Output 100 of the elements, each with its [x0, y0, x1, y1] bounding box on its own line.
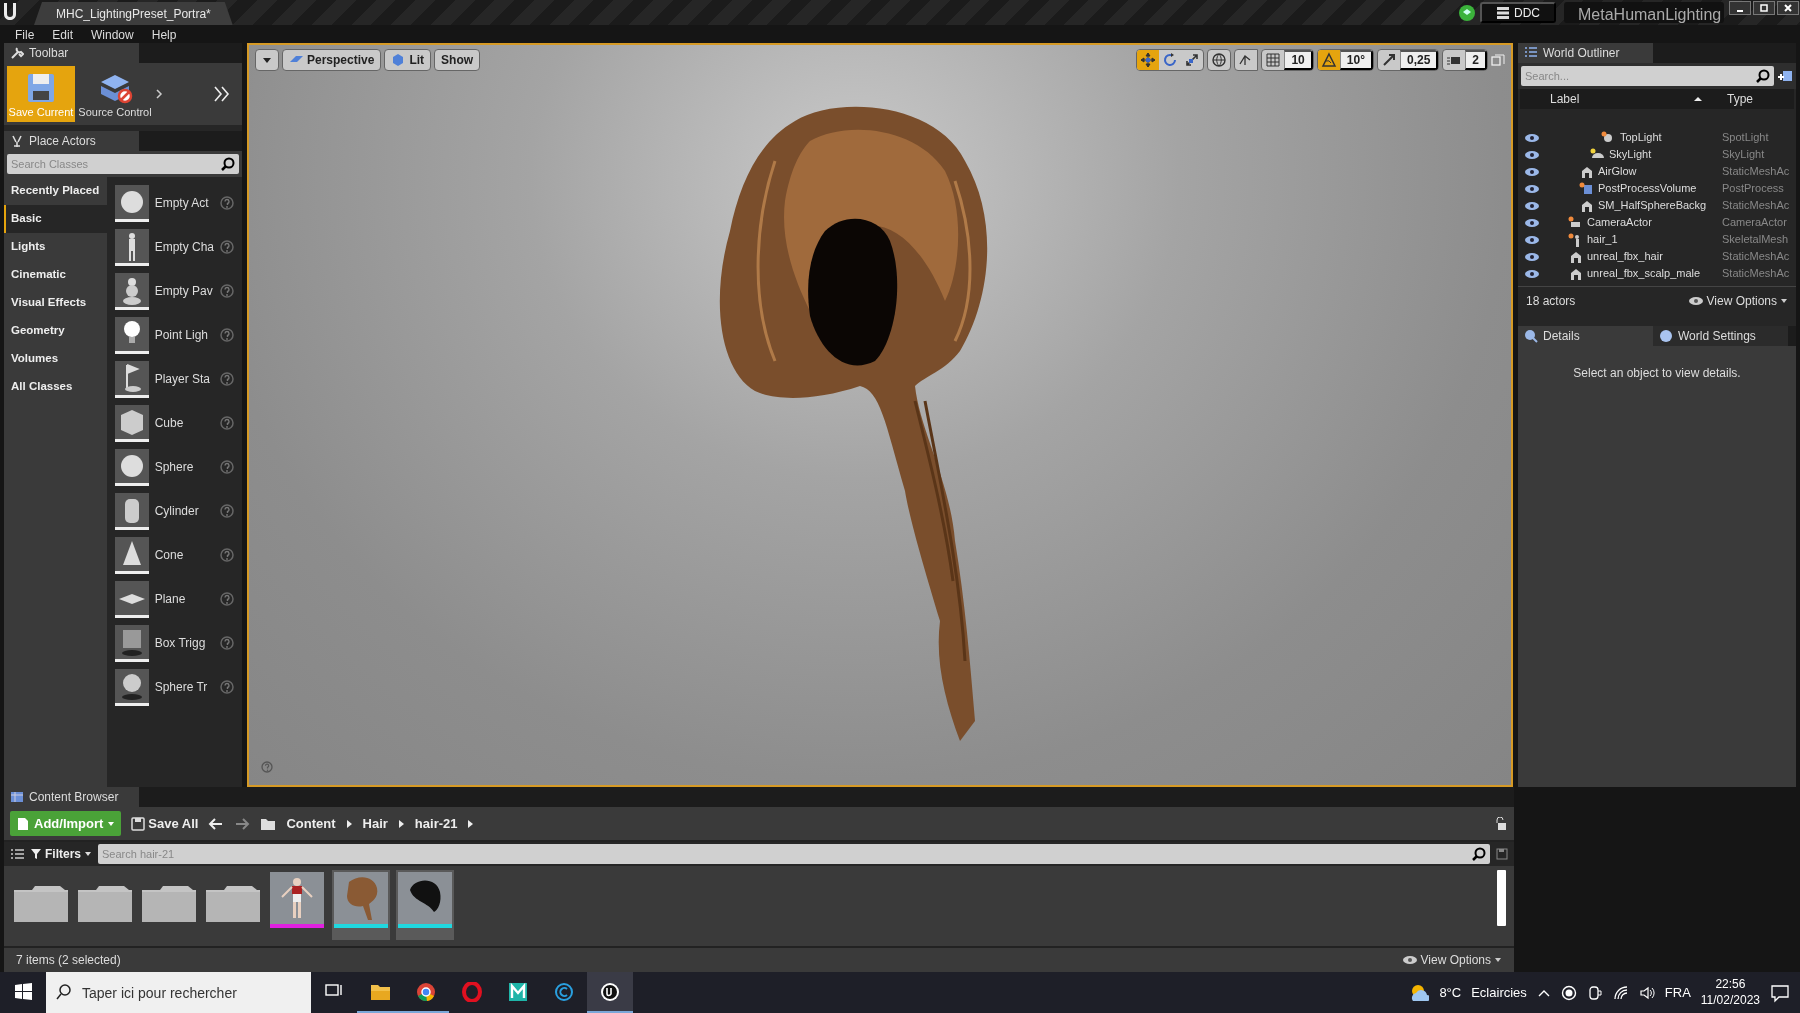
panel-tab[interactable]: Details	[1518, 326, 1653, 346]
actor-label[interactable]: AirGlow	[1598, 163, 1637, 180]
actor-name[interactable]: Point Ligh	[154, 326, 214, 344]
help-icon[interactable]	[220, 416, 234, 430]
folder-icon[interactable]	[206, 884, 260, 924]
visibility-eye-icon[interactable]	[1524, 148, 1540, 161]
panel-tab[interactable]: World Settings	[1653, 326, 1788, 346]
actor-name[interactable]: Cone	[154, 546, 214, 564]
actor-label[interactable]: SM_HalfSphereBackg	[1598, 197, 1707, 214]
category-item[interactable]: All Classes	[4, 373, 107, 401]
actor-thumbnail[interactable]	[114, 272, 149, 310]
snap-value-button[interactable]: 10	[1284, 50, 1313, 70]
network-icon[interactable]	[1612, 984, 1629, 1001]
sort-icon[interactable]	[1693, 95, 1703, 103]
actor-name[interactable]: Box Trigg	[154, 634, 214, 652]
actor-thumbnail[interactable]	[114, 536, 149, 574]
breadcrumb-link[interactable]: Content	[286, 813, 336, 834]
search-field[interactable]: Search Classes	[7, 154, 239, 174]
taskbar-search-field[interactable]: Taper ici pour rechercher	[46, 972, 311, 1013]
actor-thumbnail[interactable]	[114, 360, 149, 398]
scrollbar[interactable]	[1497, 870, 1506, 926]
visibility-eye-icon[interactable]	[1524, 216, 1540, 229]
actor-label[interactable]: CameraActor	[1587, 214, 1652, 231]
actor-thumbnail[interactable]	[114, 316, 149, 354]
actor-label[interactable]: unreal_fbx_scalp_male	[1587, 265, 1701, 282]
visibility-eye-icon[interactable]	[1524, 250, 1540, 263]
help-icon[interactable]	[220, 504, 234, 518]
actor-thumbnail[interactable]	[114, 580, 149, 618]
actor-label[interactable]: PostProcessVolume	[1598, 180, 1697, 197]
folder-icon[interactable]	[142, 884, 196, 924]
chevron-icon[interactable]	[345, 818, 353, 829]
menu-item[interactable]: Edit	[43, 25, 83, 43]
category-item[interactable]: Volumes	[4, 345, 107, 373]
save-search-icon[interactable]	[1496, 848, 1508, 860]
actor-label[interactable]: TopLight	[1620, 129, 1662, 146]
actor-name[interactable]: Empty Cha	[154, 238, 214, 256]
record-icon[interactable]	[1560, 984, 1577, 1001]
snap-value-button[interactable]: 0,25	[1399, 50, 1439, 70]
panel-tab[interactable]: Content Browser	[4, 787, 139, 807]
category-item[interactable]: Geometry	[4, 317, 107, 345]
chevron-icon[interactable]	[467, 818, 475, 829]
actor-name[interactable]: Cylinder	[154, 502, 214, 520]
category-item[interactable]: Basic	[4, 205, 107, 233]
actor-label[interactable]: SkyLight	[1609, 146, 1652, 163]
actor-name[interactable]: Player Sta	[154, 370, 214, 388]
forward-arrow-icon[interactable]	[234, 815, 251, 832]
notification-icon[interactable]	[1770, 982, 1790, 1003]
maximize-button[interactable]	[1753, 1, 1775, 15]
show-menu-button[interactable]: Show	[434, 49, 481, 71]
snap-value-button[interactable]: 10°	[1339, 50, 1373, 70]
actor-thumbnail[interactable]	[114, 668, 149, 706]
category-item[interactable]: Cinematic	[4, 261, 107, 289]
ddc-button[interactable]: DDC	[1480, 2, 1556, 23]
visibility-eye-icon[interactable]	[1524, 182, 1540, 195]
status-icon[interactable]	[1458, 3, 1476, 22]
scalp-thumbnail[interactable]	[398, 872, 452, 928]
help-icon[interactable]	[220, 636, 234, 650]
help-icon[interactable]	[220, 284, 234, 298]
close-button[interactable]	[1777, 1, 1799, 15]
actor-name[interactable]: Sphere Tr	[154, 678, 214, 696]
panel-tab[interactable]: World Outliner	[1518, 43, 1653, 63]
actor-thumbnail[interactable]	[114, 184, 149, 222]
taskbar-app-button[interactable]	[587, 972, 633, 1013]
filters-button[interactable]: Filters	[30, 845, 92, 863]
language-indicator[interactable]: FRA	[1664, 982, 1691, 1003]
clock-time[interactable]: 22:56	[1715, 976, 1746, 993]
category-item[interactable]: Lights	[4, 233, 107, 261]
view-mode-button[interactable]: Perspective	[282, 49, 382, 71]
column-header[interactable]: Label	[1550, 90, 1693, 108]
visibility-eye-icon[interactable]	[1524, 233, 1540, 246]
back-arrow-icon[interactable]	[208, 815, 225, 832]
actor-thumbnail[interactable]	[114, 404, 149, 442]
panel-tab[interactable]: Place Actors	[4, 131, 139, 151]
save-all-button[interactable]: Save All	[131, 813, 199, 834]
lighting-mode-button[interactable]: Lit	[384, 49, 432, 71]
breadcrumb-link[interactable]: hair-21	[414, 813, 458, 834]
breadcrumb-link[interactable]: Hair	[362, 813, 388, 834]
actor-thumbnail[interactable]	[114, 492, 149, 530]
menu-item[interactable]: Help	[142, 25, 186, 43]
weather-icon[interactable]	[1409, 982, 1430, 1003]
menu-item[interactable]: File	[6, 25, 44, 43]
clock-date[interactable]: 11/02/2023	[1700, 992, 1760, 1009]
view-options-button[interactable]: View Options	[1401, 951, 1502, 969]
actor-thumbnail[interactable]	[114, 228, 149, 266]
hair-thumbnail[interactable]	[334, 872, 388, 928]
actor-label[interactable]: hair_1	[1587, 231, 1618, 248]
minimize-button[interactable]	[1729, 1, 1751, 15]
search-field[interactable]: Search...	[1521, 66, 1774, 86]
search-field[interactable]: Search hair-21	[98, 844, 1490, 864]
close-icon[interactable]	[1783, 3, 1793, 13]
speaker-icon[interactable]	[1638, 984, 1655, 1001]
weather-condition[interactable]: Eclaircies	[1471, 982, 1527, 1003]
help-icon[interactable]	[220, 460, 234, 474]
category-item[interactable]: Recently Placed	[4, 177, 107, 205]
actor-name[interactable]: Cube	[154, 414, 214, 432]
lock-icon[interactable]	[1494, 816, 1508, 831]
add-folder-icon[interactable]	[1777, 69, 1793, 83]
category-item[interactable]: Visual Effects	[4, 289, 107, 317]
source-control-button[interactable]: Source Control	[81, 66, 149, 122]
help-icon[interactable]	[220, 592, 234, 606]
